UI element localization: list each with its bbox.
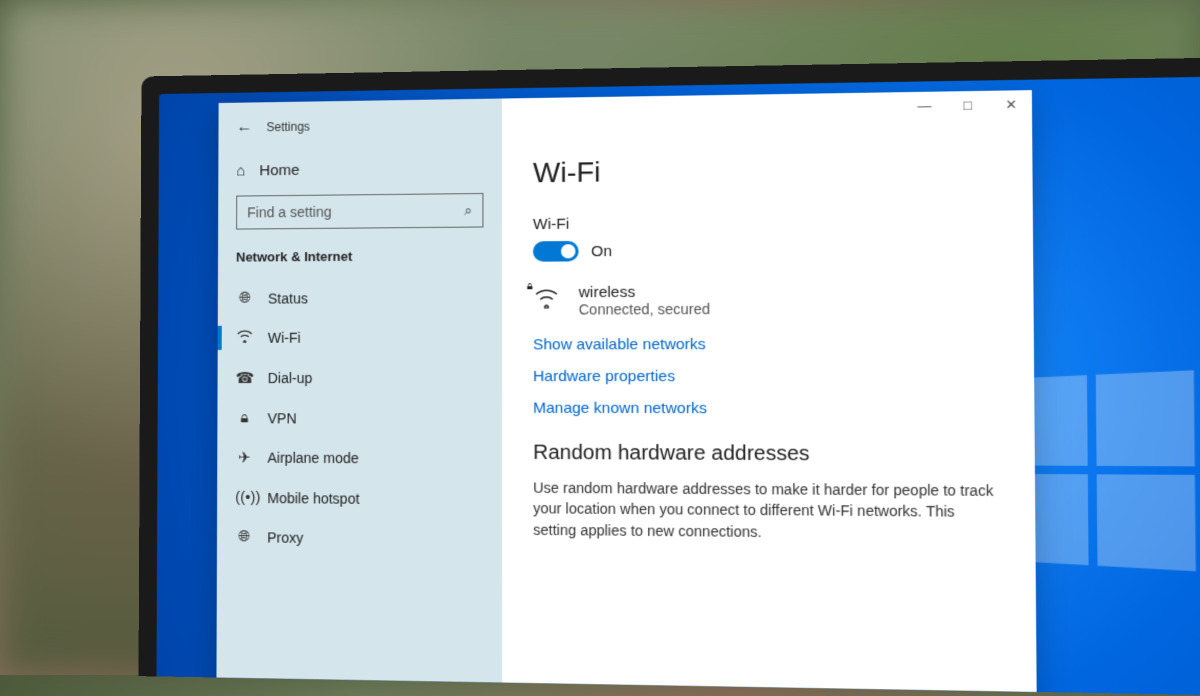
window-title: Settings — [266, 120, 310, 135]
sidebar-item-dialup[interactable]: ☎︎ Dial-up — [218, 358, 503, 399]
search-icon: ⌕ — [464, 202, 472, 219]
sidebar-item-airplane[interactable]: ✈︎ Airplane mode — [217, 437, 502, 479]
sidebar-item-label: Mobile hotspot — [267, 489, 359, 506]
monitor-bezel: ← Settings ⌂ Home Find a setting ⌕ Netwo… — [139, 57, 1200, 696]
wifi-icon — [236, 329, 254, 347]
proxy-icon: 🌐︎ — [235, 528, 253, 545]
sidebar-item-label: Dial-up — [268, 370, 313, 386]
maximize-button[interactable]: □ — [958, 97, 978, 114]
close-button[interactable]: ✕ — [1001, 97, 1021, 114]
sidebar-nav: 🌐︎ Status Wi-Fi ☎︎ Dial-up 🔒︎ — [217, 277, 502, 559]
sidebar-item-status[interactable]: 🌐︎ Status — [218, 277, 502, 318]
settings-sidebar: ← Settings ⌂ Home Find a setting ⌕ Netwo… — [216, 99, 502, 696]
link-hardware-properties[interactable]: Hardware properties — [533, 368, 1001, 386]
lock-icon: 🔒︎ — [527, 280, 533, 293]
wifi-toggle-state: On — [591, 242, 612, 260]
minimize-button[interactable]: — — [915, 98, 935, 115]
sidebar-item-label: Airplane mode — [267, 450, 358, 467]
link-available-networks[interactable]: Show available networks — [533, 335, 1001, 353]
back-arrow-icon[interactable]: ← — [236, 118, 252, 136]
home-label: Home — [259, 162, 299, 180]
wifi-toggle-label: Wi-Fi — [533, 212, 1000, 234]
wifi-toggle[interactable] — [533, 241, 579, 262]
search-input[interactable]: Find a setting ⌕ — [236, 193, 483, 230]
window-controls: — □ ✕ — [915, 97, 1021, 115]
section-description: Use random hardware addresses to make it… — [533, 477, 1002, 544]
sidebar-item-wifi[interactable]: Wi-Fi — [218, 317, 502, 358]
wifi-signal-icon: 🔒︎ — [533, 284, 564, 314]
category-heading: Network & Internet — [218, 248, 502, 279]
wifi-toggle-row: On — [533, 238, 1000, 262]
section-heading: Random hardware addresses — [533, 442, 1002, 468]
current-connection[interactable]: 🔒︎ wireless Connected, secured — [533, 282, 1001, 318]
sidebar-item-vpn[interactable]: 🔒︎ VPN — [217, 398, 502, 438]
sidebar-item-label: Status — [268, 290, 308, 306]
connection-name: wireless — [579, 283, 710, 301]
desktop-screen: ← Settings ⌂ Home Find a setting ⌕ Netwo… — [156, 76, 1200, 696]
airplane-icon: ✈︎ — [235, 448, 253, 466]
connection-status: Connected, secured — [579, 301, 710, 318]
page-title: Wi-Fi — [533, 151, 1000, 189]
hotspot-icon: ((•)) — [235, 489, 253, 506]
sidebar-item-hotspot[interactable]: ((•)) Mobile hotspot — [217, 478, 502, 520]
home-nav-item[interactable]: ⌂ Home — [218, 151, 502, 196]
search-placeholder: Find a setting — [247, 204, 332, 221]
vpn-icon: 🔒︎ — [235, 409, 253, 426]
sidebar-item-proxy[interactable]: 🌐︎ Proxy — [217, 517, 502, 559]
home-icon: ⌂ — [236, 162, 245, 179]
window-title-row: ← Settings — [218, 111, 502, 155]
settings-main-panel: — □ ✕ Wi-Fi Wi-Fi On 🔒︎ — [502, 90, 1037, 696]
dialup-icon: ☎︎ — [236, 369, 254, 387]
link-manage-known[interactable]: Manage known networks — [533, 400, 1002, 419]
sidebar-item-label: Wi-Fi — [268, 330, 301, 346]
settings-window: ← Settings ⌂ Home Find a setting ⌕ Netwo… — [216, 90, 1037, 696]
globe-icon: 🌐︎ — [236, 290, 254, 307]
sidebar-item-label: Proxy — [267, 529, 303, 546]
sidebar-item-label: VPN — [268, 410, 297, 426]
